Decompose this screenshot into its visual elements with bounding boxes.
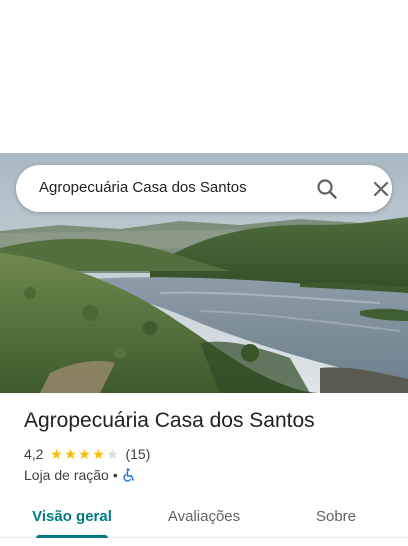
tab-sobre[interactable]: Sobre: [282, 494, 390, 538]
close-icon[interactable]: [368, 176, 394, 202]
active-tab-indicator: [36, 535, 108, 538]
star-icon: ★: [106, 446, 119, 462]
rating-value: 4,2: [24, 446, 44, 462]
separator: •: [112, 467, 118, 483]
rating-row[interactable]: 4,2 ★ ★ ★ ★ ★ (15): [24, 445, 150, 463]
search-query-input[interactable]: Agropecuária Casa dos Santos: [39, 179, 247, 196]
wheelchair-icon: [122, 468, 136, 482]
place-category[interactable]: Loja de ração: [24, 467, 109, 483]
review-count[interactable]: (15): [125, 446, 150, 462]
star-icon: ★: [64, 446, 77, 462]
tab-visao-geral[interactable]: Visão geral: [18, 494, 126, 538]
place-title: Agropecuária Casa dos Santos: [24, 409, 315, 432]
search-bar: Agropecuária Casa dos Santos: [16, 165, 392, 212]
category-row: Loja de ração •: [24, 466, 136, 484]
search-icon[interactable]: [314, 176, 340, 202]
map-blank-area: [0, 0, 408, 153]
place-tabs: Visão geral Avaliações Sobre: [0, 494, 408, 538]
star-icon: ★: [50, 446, 63, 462]
rating-stars: ★ ★ ★ ★ ★: [49, 447, 119, 461]
tab-avaliacoes[interactable]: Avaliações: [150, 494, 258, 538]
star-icon: ★: [78, 446, 91, 462]
star-icon: ★: [92, 446, 105, 462]
